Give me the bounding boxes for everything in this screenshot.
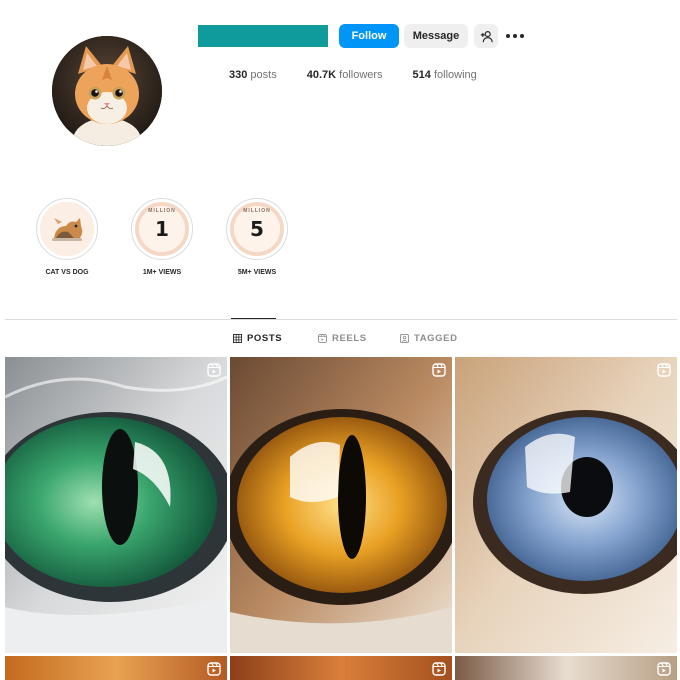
posts-label: posts [250, 69, 277, 81]
post-tile[interactable] [455, 656, 677, 680]
highlight-label: 1M+ VIEWS [142, 269, 182, 276]
posts-stat[interactable]: 330 posts [229, 69, 277, 81]
tab-label: REELS [332, 333, 367, 344]
profile-tabs: POSTS REELS TAGGED [0, 333, 680, 347]
username-redacted [198, 25, 328, 47]
highlight-badge: 1 [155, 217, 169, 241]
profile-stats: 330 posts 40.7K followers 514 following [229, 69, 477, 81]
tab-reels[interactable]: REELS [318, 333, 367, 344]
posts-count: 330 [229, 69, 248, 81]
follow-button[interactable]: Follow [339, 24, 399, 48]
post-tile[interactable] [5, 656, 227, 680]
tab-label: TAGGED [414, 333, 458, 344]
followers-count: 40.7K [306, 69, 337, 81]
reel-badge-icon [432, 363, 446, 377]
highlight-arc-text: MILLION [148, 208, 176, 214]
more-options-icon[interactable] [506, 30, 524, 42]
post-tile[interactable] [230, 357, 452, 653]
followers-label: followers [339, 69, 383, 81]
following-label: following [433, 69, 477, 81]
following-count: 514 [412, 69, 431, 81]
tab-label: POSTS [247, 333, 283, 344]
tab-posts[interactable]: POSTS [233, 333, 282, 344]
highlight-1m-views[interactable]: MILLION 1 1M+ VIEWS [130, 198, 194, 276]
post-image-blue-eye [455, 357, 677, 653]
post-tile[interactable] [455, 357, 677, 653]
kitten-avatar-icon [52, 36, 162, 146]
add-user-button[interactable] [474, 24, 498, 48]
profile-avatar[interactable] [52, 36, 162, 146]
highlight-label: 5M+ VIEWS [237, 269, 277, 276]
post-tile[interactable] [230, 656, 452, 680]
tab-tagged[interactable]: TAGGED [400, 333, 458, 344]
highlight-ring: MILLION 1 [131, 198, 193, 260]
following-stat[interactable]: 514 following [413, 69, 477, 81]
active-tab-indicator [231, 318, 276, 319]
grid-icon [233, 334, 242, 343]
message-button[interactable]: Message [404, 24, 468, 48]
profile-divider [5, 319, 677, 320]
post-tile[interactable] [5, 357, 227, 653]
post-image-amber-eye [230, 357, 452, 653]
post-image-green-eye [5, 357, 227, 653]
add-user-icon [480, 30, 493, 42]
highlight-ring: MILLION 5 [226, 198, 288, 260]
highlight-cover: MILLION 5 [230, 202, 284, 256]
highlight-arc-text: MILLION [243, 208, 271, 214]
reel-badge-icon [432, 662, 446, 676]
highlight-badge: 5 [250, 217, 264, 241]
reel-badge-icon [207, 662, 221, 676]
highlight-cover [40, 202, 94, 256]
highlight-5m-views[interactable]: MILLION 5 5M+ VIEWS [225, 198, 289, 276]
reel-badge-icon [207, 363, 221, 377]
reel-badge-icon [657, 662, 671, 676]
tagged-icon [400, 334, 409, 343]
highlight-cat-vs-dog[interactable]: CAT VS DOG [35, 198, 99, 276]
highlight-cover: MILLION 1 [135, 202, 189, 256]
cat-vs-dog-icon [40, 202, 94, 256]
highlight-ring [36, 198, 98, 260]
reels-icon [318, 334, 327, 343]
highlight-label: CAT VS DOG [45, 269, 89, 276]
reel-badge-icon [657, 363, 671, 377]
followers-stat[interactable]: 40.7K followers [307, 69, 383, 81]
